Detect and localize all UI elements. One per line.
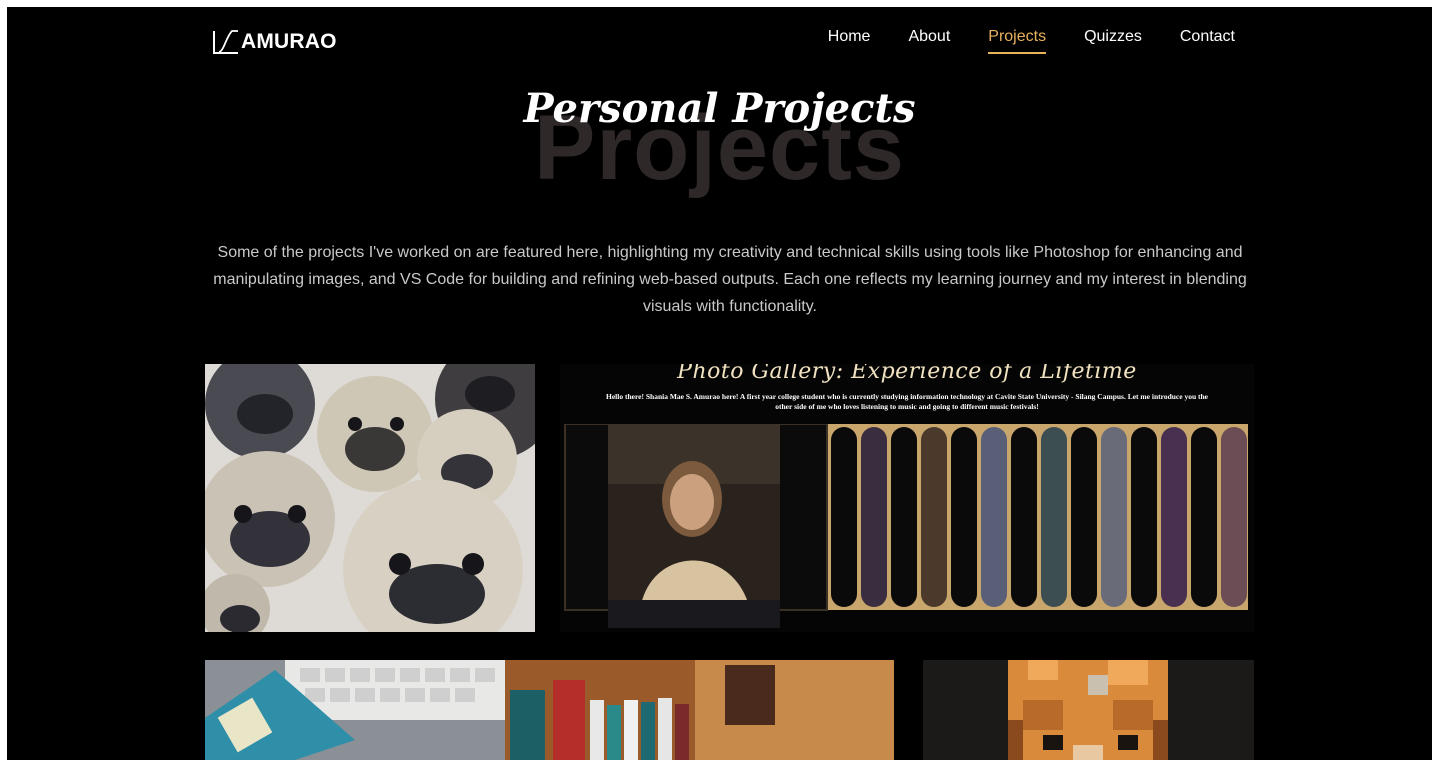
project-pixel-cat[interactable] [923,660,1254,760]
gallery-preview-image [564,424,1248,628]
pixel-cat-image [923,660,1254,760]
main-nav: Home About Projects Quizzes Contact [828,28,1235,54]
gallery-title: Photo Gallery: Experience of a Lifetime [677,364,1137,384]
nav-quizzes-link[interactable]: Quizzes [1084,28,1142,54]
intro-paragraph: Some of the projects I've worked on are … [213,244,1247,315]
project-pug-collage[interactable] [205,364,535,632]
project-desk-photo[interactable] [205,660,894,760]
project-photo-gallery[interactable]: Photo Gallery: Experience of a Lifetime … [560,364,1254,632]
nav-projects-link[interactable]: Projects [988,28,1047,54]
site-logo[interactable]: AMURAO [210,26,337,58]
gallery-subtitle: Hello there! Shania Mae S. Amurao here! … [606,392,1208,411]
pug-collage-image [205,364,535,632]
page-title: Personal Projects [523,85,916,132]
logo-text: AMURAO [241,30,337,53]
nav-contact-link[interactable]: Contact [1180,28,1235,54]
logo-signature-icon [213,30,238,54]
nav-about-link[interactable]: About [908,28,950,54]
page: AMURAO Home About Projects Quizzes Conta… [7,7,1432,760]
nav-home-link[interactable]: Home [828,28,871,54]
desk-photo-image [205,660,894,760]
